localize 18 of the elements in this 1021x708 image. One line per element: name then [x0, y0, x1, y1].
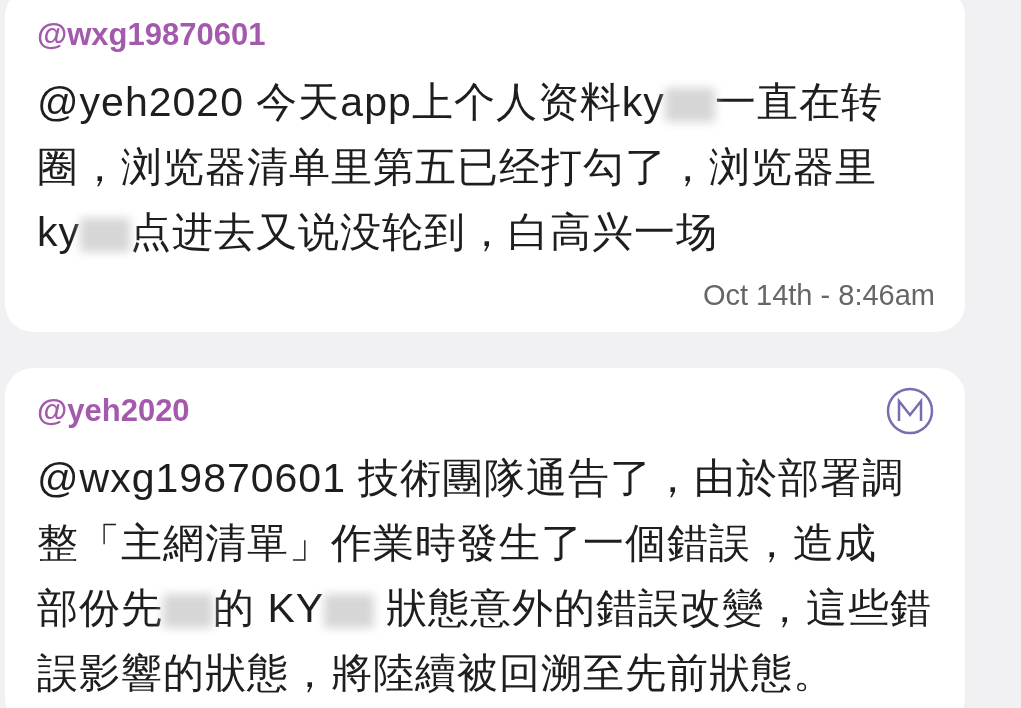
blur-patch: [80, 218, 130, 253]
username[interactable]: @yeh2020: [37, 393, 190, 429]
message-text: 一直在转: [714, 79, 883, 125]
username[interactable]: @wxg19870601: [37, 17, 266, 53]
timestamp: Oct 14th - 8:46am: [701, 279, 935, 312]
blur-patch: [324, 594, 375, 629]
message-text: 的 KY: [213, 585, 325, 631]
blur-patch: [664, 88, 715, 123]
message-text: 整「主網清單」作業時發生了一個錯誤，造成: [37, 520, 877, 566]
message-text: @wxg19870601 技術團隊通告了，由於部署調: [37, 455, 905, 501]
message-text: @yeh2020 今天app上个人资料ky: [37, 79, 665, 125]
message-text: 部份先: [37, 585, 163, 631]
message-text: 狀態意外的錯誤改變，這些錯: [385, 585, 933, 631]
message-text: 点进去又说没轮到，白高兴一场: [130, 209, 718, 255]
message-text: 誤影響的狀態，將陸續被回溯至先前狀態。: [37, 650, 835, 696]
blur-patch: [163, 594, 213, 629]
message-text: 圈，浏览器清单里第五已经打勾了，浏览器里: [37, 144, 877, 190]
message-text: ky: [37, 209, 80, 255]
